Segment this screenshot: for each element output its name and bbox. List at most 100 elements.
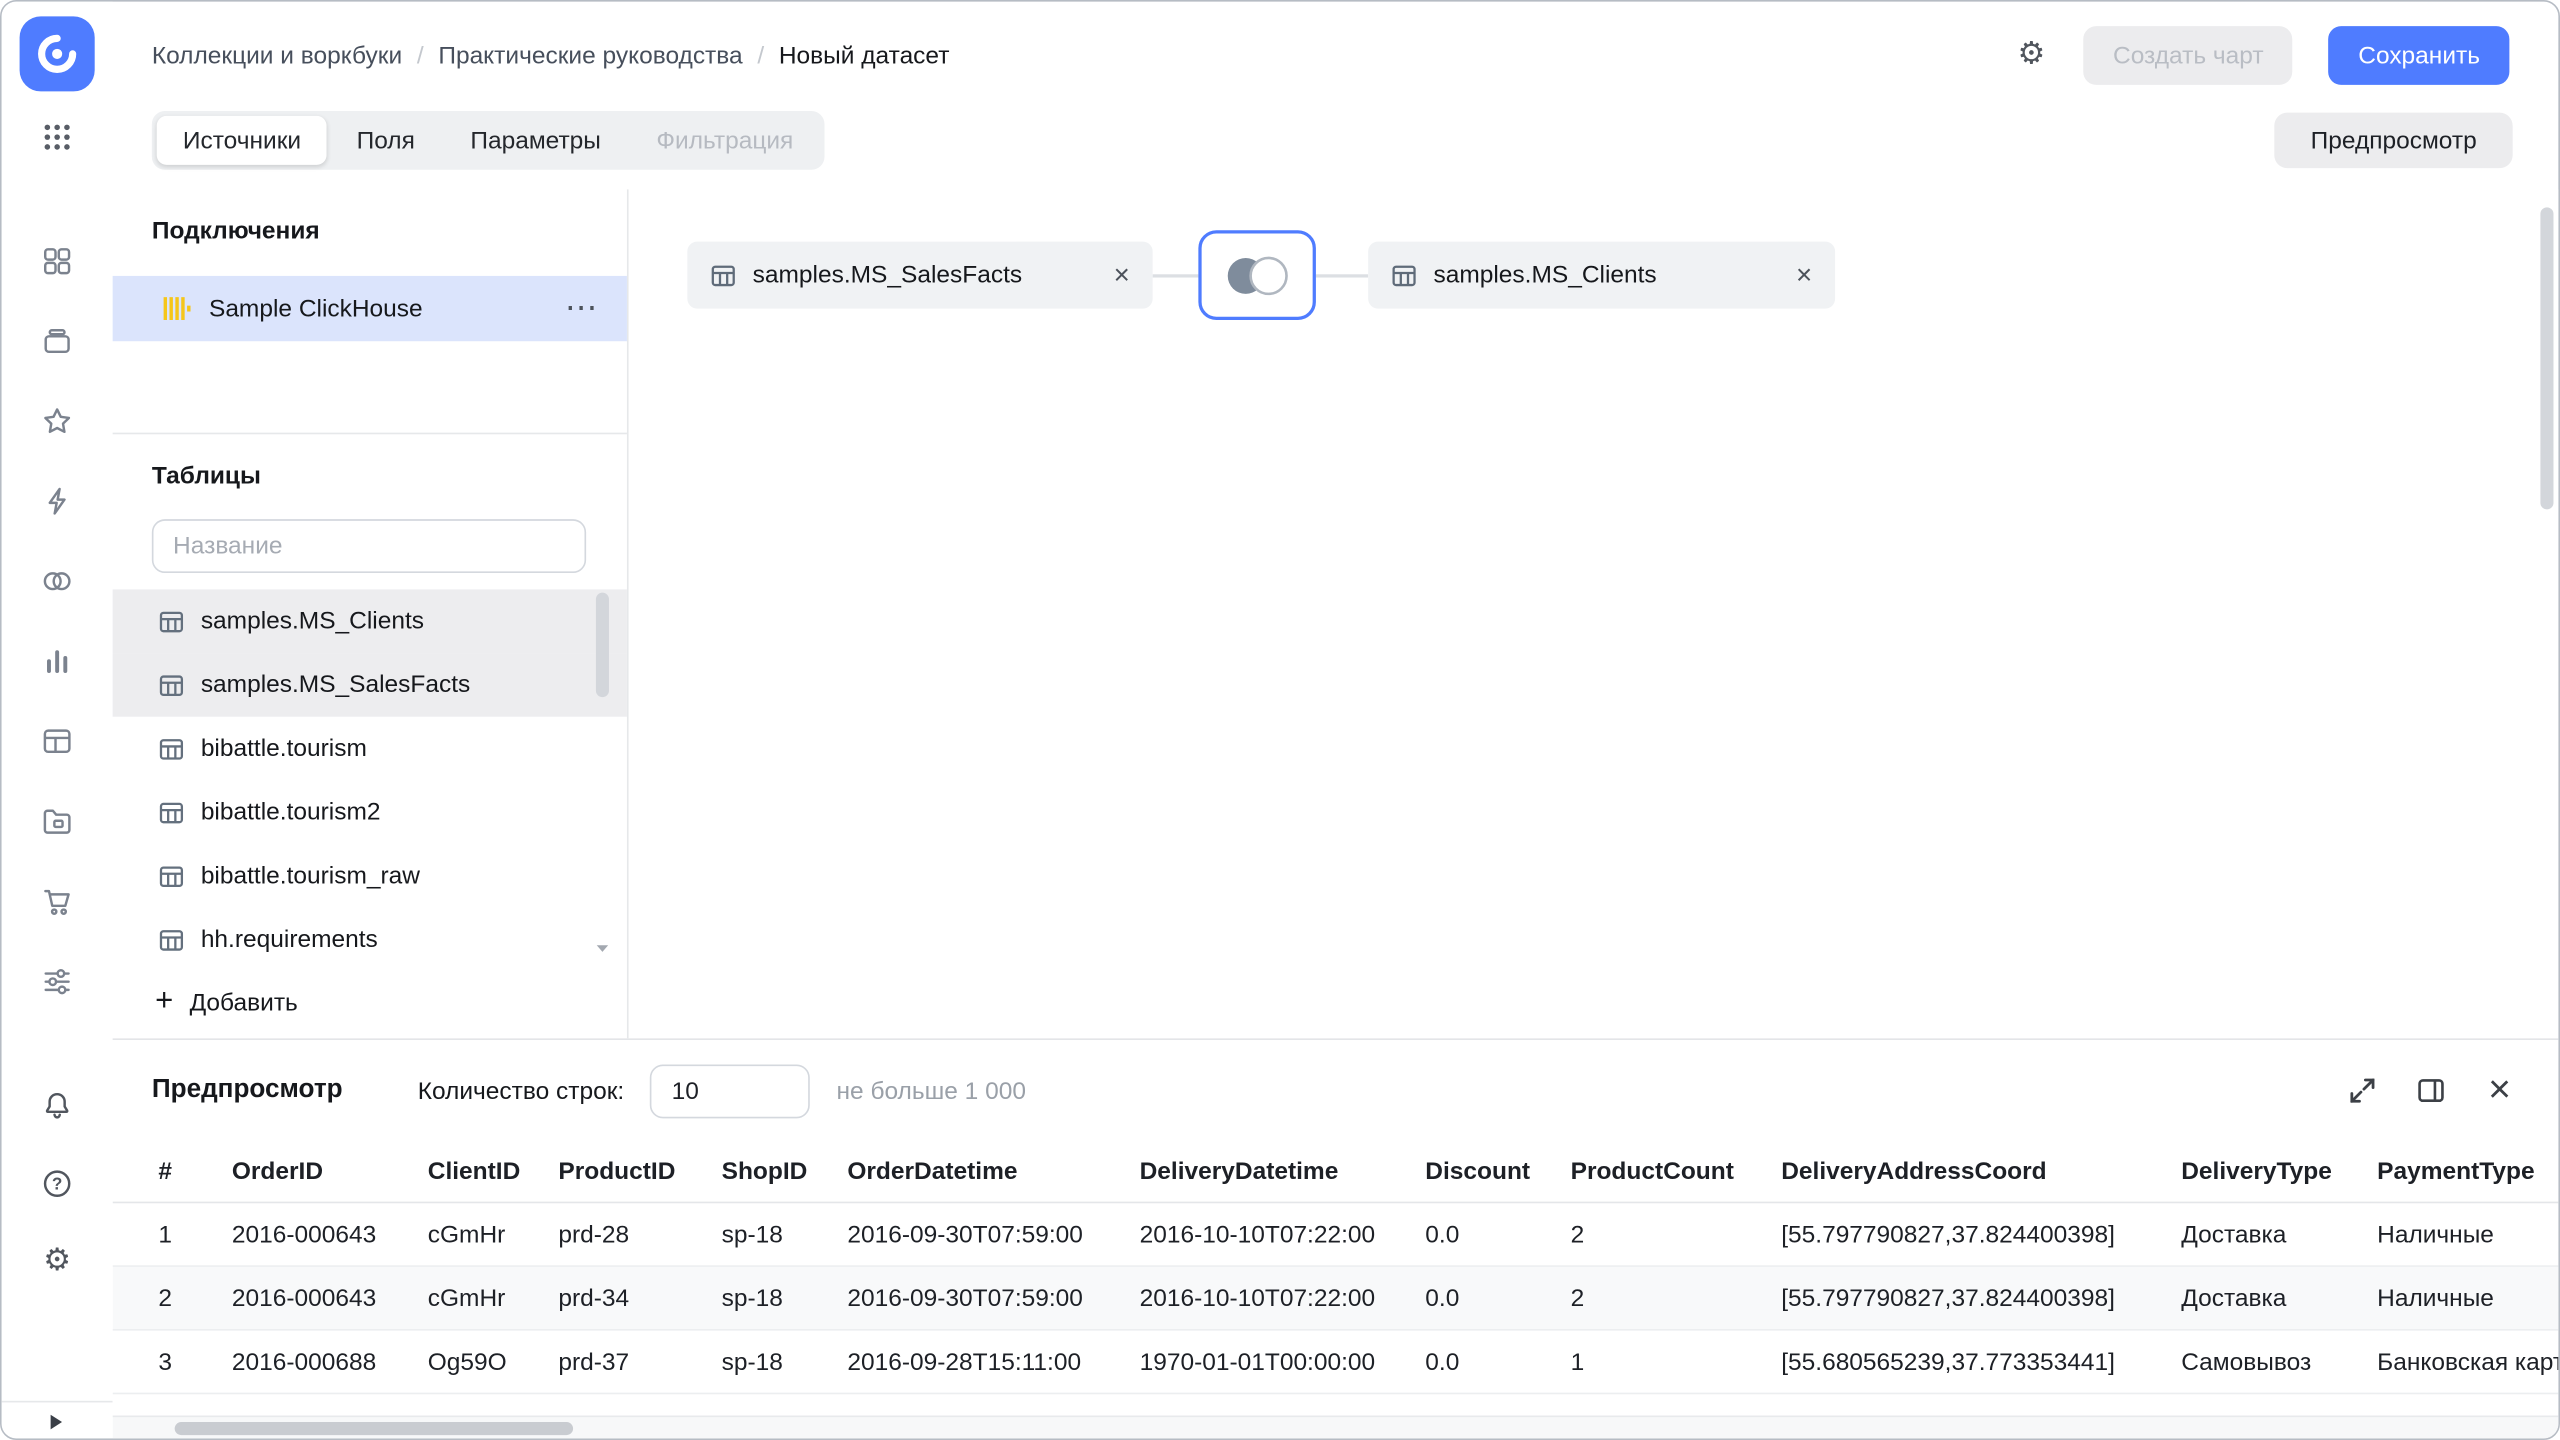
remove-source-icon[interactable]: × [1796, 261, 1812, 289]
nav-favorites-icon[interactable] [41, 405, 74, 438]
table-list-item[interactable]: hh.requirements [113, 908, 627, 972]
gear-glyph: ⚙ [43, 1244, 72, 1279]
table-icon [159, 674, 184, 696]
cell: Наличные [2377, 1284, 2494, 1312]
breadcrumb-separator: / [416, 41, 424, 70]
cell: sp-18 [721, 1284, 783, 1312]
nav-dashboards-icon[interactable] [41, 245, 74, 278]
connection-label: Sample ClickHouse [208, 294, 423, 323]
expand-rail-icon[interactable] [44, 1411, 67, 1434]
table-list-scroll-down-icon[interactable] [594, 942, 610, 955]
canvas-scrollbar [2540, 202, 2554, 1026]
source-node-label: samples.MS_Clients [1433, 261, 1657, 289]
table-list-item[interactable]: bibattle.tourism [113, 717, 627, 781]
cell: Самовывоз [2181, 1347, 2312, 1376]
join-settings-button[interactable] [1198, 230, 1316, 320]
breadcrumb-guides[interactable]: Практические руководства [438, 42, 742, 70]
cell: 0.0 [1425, 1220, 1460, 1249]
top-bar: Коллекции и воркбуки / Практические руко… [113, 2, 2559, 110]
plus-icon: + [155, 984, 174, 1019]
preview-horizontal-scrollbar-thumb[interactable] [174, 1422, 574, 1436]
help-icon[interactable]: ? [41, 1167, 74, 1200]
preview-table-row: 2 2016-000643 cGmHr prd-34 sp-18 2016-09… [112, 1266, 2559, 1331]
tab-fields[interactable]: Поля [330, 116, 440, 165]
canvas-scrollbar-thumb[interactable] [2540, 207, 2554, 510]
source-node-label: samples.MS_SalesFacts [752, 261, 1023, 289]
table-icon [159, 610, 184, 632]
close-preview-icon[interactable]: × [2483, 1070, 2516, 1109]
nav-marketplace-icon[interactable] [41, 885, 74, 918]
nav-datasets-icon[interactable] [41, 565, 74, 598]
datalens-logo[interactable] [19, 16, 95, 92]
row-count-label: Количество строк: [417, 1076, 625, 1105]
connection-menu-icon[interactable]: ⋯ [565, 292, 598, 325]
table-item-label: samples.MS_SalesFacts [200, 671, 471, 699]
create-chart-button[interactable]: Создать чарт [2083, 26, 2293, 85]
tab-parameters[interactable]: Параметры [444, 116, 627, 165]
tab-filtering[interactable]: Фильтрация [630, 116, 819, 165]
connection-item-sample-clickhouse[interactable]: Sample ClickHouse ⋯ [112, 275, 627, 342]
add-table-button[interactable]: + Добавить [155, 984, 627, 1019]
cell: [55.797790827,37.824400398] [1781, 1220, 2115, 1249]
cell: Og59O [427, 1347, 507, 1376]
expand-preview-icon[interactable] [2346, 1074, 2379, 1107]
tab-sources[interactable]: Источники [156, 115, 328, 165]
cell: 2016-09-30T07:59:00 [847, 1220, 1083, 1249]
nav-services-icon[interactable] [41, 965, 74, 998]
nav-connections-icon[interactable] [41, 485, 74, 518]
scale-root: ? ⚙ Коллекции и воркбуки / Практические … [0, 0, 2560, 1440]
clickhouse-icon [163, 297, 191, 320]
table-list-item[interactable]: bibattle.tourism2 [113, 780, 627, 844]
connections-title: Подключения [151, 217, 320, 245]
nav-storage-icon[interactable] [41, 805, 74, 838]
table-list-item[interactable]: samples.MS_Clients [112, 589, 627, 654]
breadcrumb-separator: / [757, 41, 765, 70]
column-header: DeliveryAddressCoord [1781, 1157, 2047, 1186]
cell: cGmHr [427, 1284, 506, 1312]
settings-icon[interactable]: ⚙ [41, 1244, 74, 1279]
breadcrumb-collections[interactable]: Коллекции и воркбуки [152, 42, 402, 70]
nav-tables-icon[interactable] [41, 725, 74, 758]
remove-source-icon[interactable]: × [1114, 261, 1130, 289]
preview-toolbar: × [2346, 1070, 2516, 1109]
cell: 0.0 [1425, 1284, 1460, 1312]
table-list-item[interactable]: bibattle.tourism_raw [113, 844, 627, 908]
notifications-icon[interactable] [41, 1089, 74, 1122]
rail-bottom: ? ⚙ [2, 1089, 113, 1278]
add-table-label: Добавить [189, 988, 298, 1017]
column-header: PaymentType [2377, 1157, 2535, 1186]
table-item-label: bibattle.tourism_raw [200, 862, 420, 890]
row-count-input[interactable] [650, 1063, 811, 1118]
dataset-settings-gear-icon[interactable]: ⚙ [2015, 37, 2048, 72]
table-item-label: bibattle.tourism [200, 734, 367, 763]
tables-title: Таблицы [151, 462, 261, 490]
preview-toggle-button[interactable]: Предпросмотр [2274, 112, 2513, 169]
cell: 2 [1570, 1220, 1585, 1249]
cell: prd-28 [558, 1220, 630, 1249]
nav-charts-icon[interactable] [41, 645, 74, 678]
gear-glyph: ⚙ [2017, 37, 2046, 72]
source-node-clients[interactable]: samples.MS_Clients × [1368, 241, 1836, 309]
table-search-input[interactable] [151, 519, 587, 574]
cell: 2016-10-10T07:22:00 [1139, 1220, 1376, 1249]
cell: 2016-000643 [231, 1284, 377, 1312]
table-icon [1392, 264, 1416, 286]
join-connector-right [1315, 274, 1369, 278]
save-button[interactable]: Сохранить [2328, 26, 2510, 85]
table-list-scrollbar-thumb[interactable] [595, 592, 609, 698]
column-header: ProductID [558, 1157, 676, 1186]
source-node-salesfacts[interactable]: samples.MS_SalesFacts × [687, 241, 1153, 309]
preview-layout-icon[interactable] [2415, 1074, 2448, 1107]
sources-side-panel: Подключения Sample ClickHouse ⋯ Таблицы [112, 189, 629, 1039]
breadcrumb: Коллекции и воркбуки / Практические руко… [152, 42, 950, 70]
table-list-item[interactable]: samples.MS_SalesFacts [112, 653, 627, 717]
column-header: ClientID [427, 1157, 521, 1186]
sources-canvas: samples.MS_SalesFacts × samples.MS_Clien… [630, 189, 2559, 1039]
rail-nav [2, 245, 113, 998]
cell: cGmHr [427, 1220, 506, 1249]
apps-grid-icon[interactable] [41, 121, 74, 154]
cell: 2016-000688 [231, 1347, 377, 1376]
column-header: OrderDatetime [847, 1157, 1018, 1186]
nav-workbooks-icon[interactable] [41, 325, 74, 358]
cell: prd-34 [558, 1284, 630, 1312]
